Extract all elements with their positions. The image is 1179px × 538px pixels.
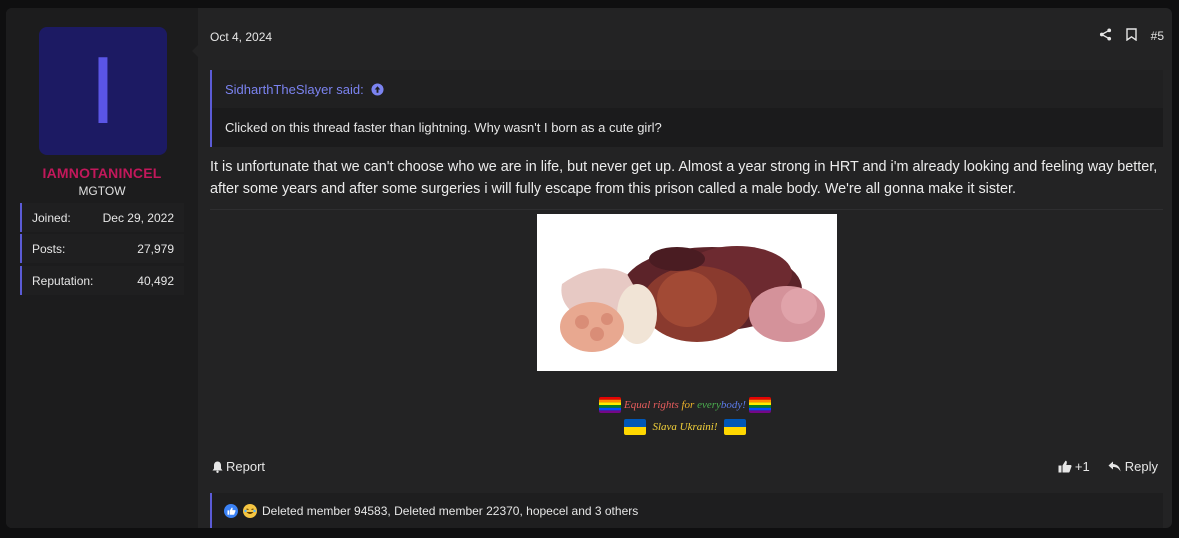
stat-label: Posts: xyxy=(32,241,66,256)
reply-icon xyxy=(1108,461,1121,472)
pride-flag-icon xyxy=(599,397,622,414)
stat-value: 27,979 xyxy=(137,241,174,256)
stat-value: 40,492 xyxy=(137,273,174,288)
post-body: It is unfortunate that we can't choose w… xyxy=(210,159,1158,197)
post-number[interactable]: #5 xyxy=(1151,29,1164,43)
post-toolbar: #5 xyxy=(1099,28,1164,44)
sig-part-3: body! xyxy=(720,399,746,411)
quote-author[interactable]: SidharthTheSlayer said: xyxy=(225,82,364,97)
stat-label: Joined: xyxy=(32,210,71,225)
ukraine-flag-icon xyxy=(724,419,747,436)
stat-posts: Posts: 27,979 xyxy=(20,234,184,263)
like-count: +1 xyxy=(1074,459,1090,474)
post-actions: +1 Reply xyxy=(1058,459,1158,474)
user-sidebar: I IAMNOTANINCEL MGTOW Joined: Dec 29, 20… xyxy=(6,8,198,528)
signature-line-1: Equal rights for everybody! xyxy=(198,394,1172,416)
post-container: I IAMNOTANINCEL MGTOW Joined: Dec 29, 20… xyxy=(6,8,1172,528)
stat-label: Reputation: xyxy=(32,273,94,288)
like-button[interactable]: +1 xyxy=(1058,459,1090,474)
reactions-text[interactable]: Deleted member 94583, Deleted member 223… xyxy=(262,504,638,518)
arrow-up-circle-icon[interactable] xyxy=(371,82,384,96)
reactions-bar[interactable]: Deleted member 94583, Deleted member 223… xyxy=(210,493,1163,528)
report-label: Report xyxy=(226,459,266,474)
signature: Equal rights for everybody! Slava Ukrain… xyxy=(198,394,1172,438)
post-image[interactable] xyxy=(537,214,837,371)
reply-label: Reply xyxy=(1124,459,1158,474)
laugh-reaction-icon xyxy=(243,503,257,518)
reply-button[interactable]: Reply xyxy=(1108,459,1158,474)
share-icon[interactable] xyxy=(1099,28,1112,44)
bookmark-icon[interactable] xyxy=(1125,28,1137,44)
sig-slava: Slava Ukraini! xyxy=(652,421,718,433)
stat-joined: Joined: Dec 29, 2022 xyxy=(20,203,184,232)
pride-flag-icon xyxy=(748,397,771,414)
username[interactable]: IAMNOTANINCEL xyxy=(6,165,198,181)
stat-reputation: Reputation: 40,492 xyxy=(20,266,184,295)
bell-icon xyxy=(212,461,223,473)
report-button[interactable]: Report xyxy=(212,459,265,474)
avatar-letter: I xyxy=(89,37,117,144)
ukraine-flag-icon xyxy=(623,419,646,436)
stat-value: Dec 29, 2022 xyxy=(102,210,174,225)
sig-part-1: for xyxy=(681,399,698,411)
user-title: MGTOW xyxy=(78,184,126,198)
sig-part-0: Equal rights xyxy=(624,399,682,411)
signature-line-2: Slava Ukraini! xyxy=(198,416,1172,438)
quote-text: Clicked on this thread faster than light… xyxy=(212,108,1163,147)
sig-part-2: every xyxy=(697,399,721,411)
avatar[interactable]: I xyxy=(39,27,167,155)
post-main: Oct 4, 2024 #5 SidharthTheSlayer said: C… xyxy=(198,8,1172,528)
like-reaction-icon xyxy=(224,503,238,518)
quote-header[interactable]: SidharthTheSlayer said: xyxy=(212,70,1163,108)
post-date[interactable]: Oct 4, 2024 xyxy=(210,30,272,44)
thumbs-up-icon xyxy=(1058,460,1072,473)
divider xyxy=(210,209,1163,210)
quote-block: SidharthTheSlayer said: Clicked on this … xyxy=(210,70,1163,147)
